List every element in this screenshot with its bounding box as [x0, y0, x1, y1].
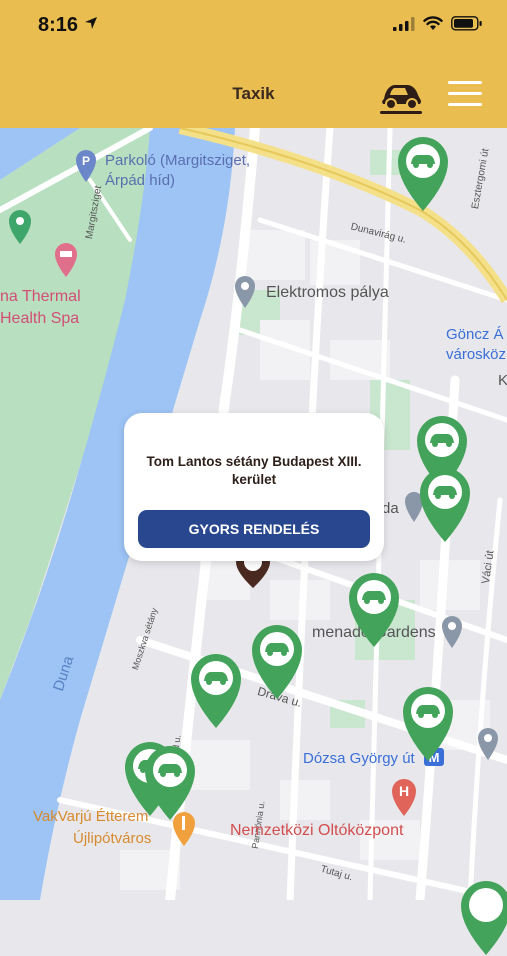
status-icons: [393, 16, 483, 31]
map-label-parking2: Árpád híd): [105, 172, 176, 189]
svg-text:H: H: [399, 783, 409, 799]
taxi-pin-icon[interactable]: [249, 622, 305, 700]
battery-icon: [451, 16, 482, 31]
map-label-goncz: Göncz Á: [446, 326, 504, 343]
taxi-pin-icon[interactable]: [188, 651, 244, 729]
map-label-varoskozp: városköz: [446, 346, 507, 363]
status-time: 8:16: [38, 14, 79, 36]
map-label-parking: Parkoló (Margitsziget,: [105, 152, 251, 169]
place-poi-icon[interactable]: [233, 274, 257, 308]
map-label-da: da: [382, 500, 399, 517]
taxi-pin-icon[interactable]: [346, 570, 402, 648]
wifi-icon: [423, 16, 443, 30]
quick-order-button[interactable]: GYORS RENDELÉS: [138, 510, 370, 548]
place-poi-icon[interactable]: [440, 614, 464, 648]
taxi-pin-icon[interactable]: [417, 465, 473, 543]
taxi-pin-icon[interactable]: [142, 743, 198, 821]
map-label-nemzetkozi: Nemzetközi Oltóközpont: [230, 822, 404, 839]
taxi-pin-icon[interactable]: [458, 878, 507, 956]
location-popup: Tom Lantos sétány Budapest XIII. kerület…: [124, 413, 384, 561]
map-label-health-spa: Health Spa: [0, 310, 80, 327]
hospital-poi-icon[interactable]: H: [390, 778, 418, 816]
app-header: Taxik: [0, 54, 507, 128]
park-poi-icon[interactable]: [7, 208, 33, 244]
hotel-poi-icon[interactable]: [53, 241, 79, 277]
taxi-pin-icon[interactable]: [395, 134, 451, 212]
parking-poi-icon[interactable]: P: [74, 148, 98, 182]
status-bar: 8:16: [0, 0, 507, 54]
map-label-ujlipotvaros: Újlipótváros: [73, 830, 152, 847]
taxi-car-icon[interactable]: [378, 75, 424, 115]
map-label-elektromos: Elektromos pálya: [266, 284, 389, 301]
signal-icon: [393, 16, 415, 31]
map-label-dozsa: Dózsa György út: [303, 750, 415, 767]
popup-address: Tom Lantos sétány Budapest XIII. kerület: [146, 454, 362, 487]
svg-text:P: P: [82, 154, 90, 168]
location-arrow-icon: [85, 17, 97, 29]
map-label-thermal: na Thermal: [0, 288, 81, 305]
taxi-pin-icon[interactable]: [400, 684, 456, 762]
hamburger-menu-icon[interactable]: [446, 78, 486, 110]
map-label-k: K: [498, 372, 507, 389]
page-title: Taxik: [232, 84, 275, 103]
place-poi-icon[interactable]: [476, 726, 500, 760]
